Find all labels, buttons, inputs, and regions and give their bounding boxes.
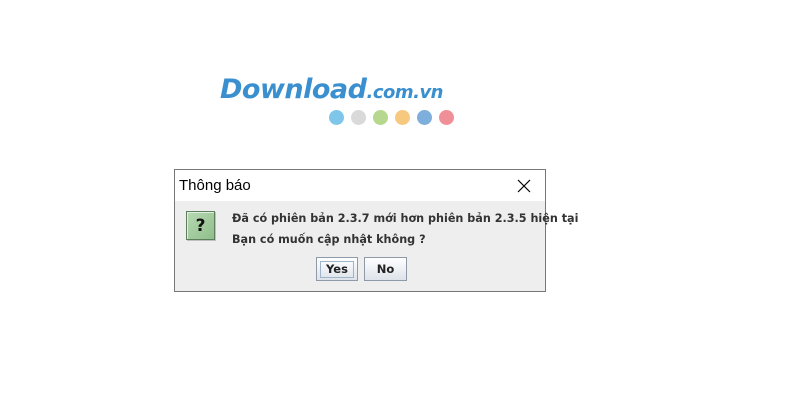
download-logo: Download.com.vn bbox=[220, 74, 443, 105]
message-line-2: Bạn có muốn cập nhật không ? bbox=[232, 233, 426, 246]
no-button-label: No bbox=[376, 262, 395, 276]
logo-dot bbox=[329, 110, 344, 125]
logo-dot bbox=[351, 110, 366, 125]
dialog-titlebar[interactable]: Thông báo bbox=[175, 170, 545, 201]
message-line-1: Đã có phiên bản 2.3.7 mới hơn phiên bản … bbox=[232, 212, 579, 225]
yes-button[interactable]: Yes bbox=[316, 257, 358, 281]
yes-button-label: Yes bbox=[320, 260, 354, 278]
question-mark: ? bbox=[195, 215, 206, 236]
logo-dot bbox=[439, 110, 454, 125]
close-icon bbox=[517, 179, 531, 192]
question-icon: ? bbox=[186, 211, 215, 240]
logo-main-text: Download bbox=[220, 74, 367, 105]
logo-dot bbox=[417, 110, 432, 125]
logo-dot bbox=[373, 110, 388, 125]
logo-domain-text: .com.vn bbox=[366, 82, 443, 103]
update-dialog: Thông báo ? Đã có phiên bản 2.3.7 mới hơ… bbox=[174, 169, 578, 292]
close-button[interactable] bbox=[503, 170, 545, 201]
dialog-body: ? Đã có phiên bản 2.3.7 mới hơn phiên bả… bbox=[175, 201, 578, 291]
screen: Download.com.vn Thông báo ? Đã có phiên … bbox=[0, 0, 787, 409]
dialog-title: Thông báo bbox=[179, 177, 251, 194]
logo-dot bbox=[395, 110, 410, 125]
no-button[interactable]: No bbox=[364, 257, 407, 281]
